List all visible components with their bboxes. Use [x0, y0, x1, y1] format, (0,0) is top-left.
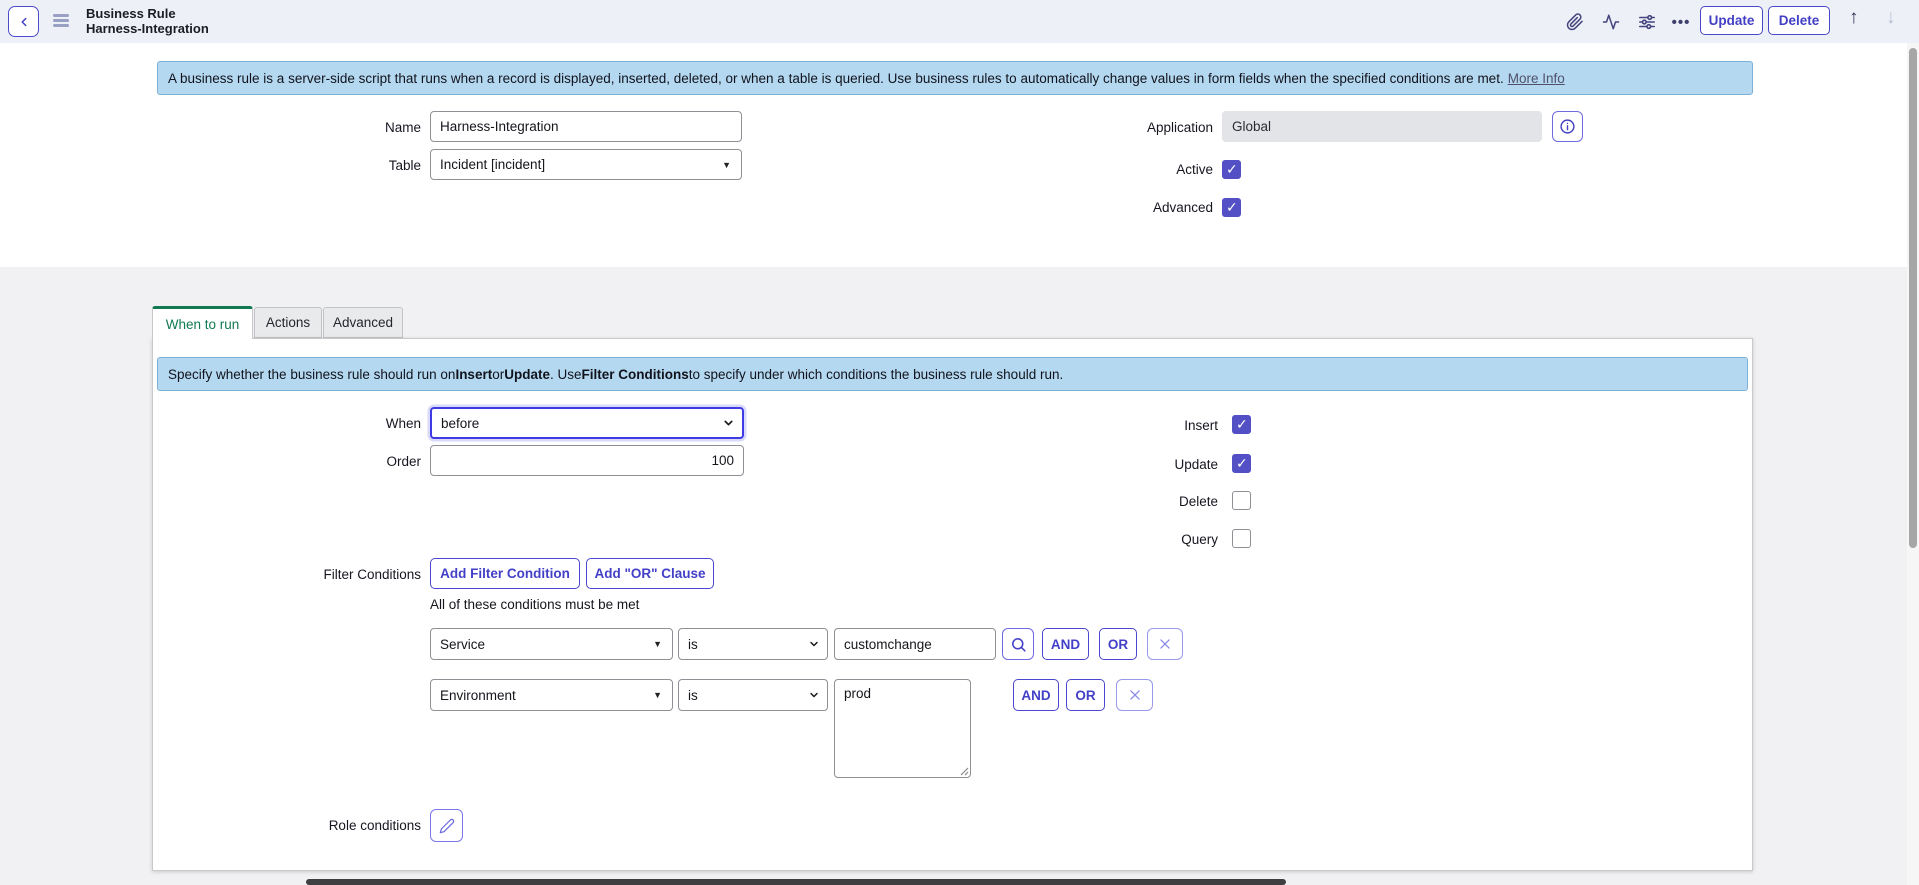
arrow-up-icon: ↑: [1849, 7, 1859, 28]
condition-2-operator-value: is: [688, 688, 698, 703]
close-icon: [1158, 637, 1172, 651]
condition-2-field-value: Environment: [440, 688, 516, 703]
when-to-run-info-banner: Specify whether the business rule should…: [157, 357, 1748, 391]
table-label: Table: [240, 157, 421, 174]
tab-actions[interactable]: Actions: [254, 307, 322, 338]
caret-down-icon: ▼: [722, 160, 731, 170]
tab-advanced[interactable]: Advanced: [323, 307, 403, 338]
context-menu-icon[interactable]: [53, 14, 69, 28]
personalize-form-button[interactable]: [1634, 9, 1660, 35]
banner-text-part: or: [492, 367, 504, 382]
record-title: Business Rule Harness-Integration: [86, 6, 209, 36]
role-conditions-label: Role conditions: [240, 817, 421, 834]
pencil-icon: [439, 818, 455, 834]
banner-bold-filter-conditions: Filter Conditions: [582, 367, 689, 382]
when-select[interactable]: before: [430, 407, 744, 439]
condition-1-field-value: Service: [440, 637, 485, 652]
banner-text-part: Specify whether the business rule should…: [168, 367, 455, 382]
page-title: Business Rule: [86, 6, 209, 21]
activity-stream-button[interactable]: [1598, 9, 1624, 35]
attachments-button[interactable]: [1562, 9, 1588, 35]
record-name: Harness-Integration: [86, 21, 209, 36]
info-banner-text: A business rule is a server-side script …: [168, 71, 1504, 86]
active-label: Active: [1050, 161, 1213, 178]
condition-1-remove-button[interactable]: [1147, 628, 1183, 660]
advanced-label: Advanced: [1050, 199, 1213, 216]
chevron-down-icon: [722, 417, 735, 430]
condition-2-remove-button[interactable]: [1116, 679, 1153, 711]
business-rule-info-banner: A business rule is a server-side script …: [157, 61, 1753, 95]
condition-2-and-button[interactable]: AND: [1013, 679, 1059, 711]
active-checkbox[interactable]: [1222, 160, 1241, 179]
condition-1-lookup-button[interactable]: [1002, 628, 1034, 660]
chevron-down-icon: [808, 689, 820, 701]
horizontal-scrollbar-thumb[interactable]: [306, 879, 1286, 885]
search-icon: [1010, 636, 1027, 653]
condition-1-or-button[interactable]: OR: [1099, 628, 1137, 660]
chevron-down-icon: [808, 638, 820, 650]
advanced-checkbox[interactable]: [1222, 198, 1241, 217]
delete-checkbox[interactable]: [1232, 491, 1251, 510]
caret-down-icon: ▼: [653, 690, 662, 700]
banner-text-part: to specify under which conditions the bu…: [689, 367, 1063, 382]
condition-match-text: All of these conditions must be met: [430, 597, 639, 612]
ellipsis-icon: •••: [1672, 14, 1691, 31]
condition-1-operator-value: is: [688, 637, 698, 652]
previous-record-button[interactable]: ↑: [1849, 7, 1859, 29]
add-or-clause-button[interactable]: Add "OR" Clause: [586, 558, 714, 589]
insert-checkbox[interactable]: [1232, 415, 1251, 434]
banner-text-part: . Use: [550, 367, 582, 382]
delete-button[interactable]: Delete: [1768, 6, 1830, 35]
condition-1-field-select[interactable]: Service ▼: [430, 628, 673, 660]
next-record-button[interactable]: ↓: [1886, 7, 1896, 29]
filter-conditions-label: Filter Conditions: [240, 566, 421, 583]
condition-2-operator-select[interactable]: is: [678, 679, 828, 711]
form-header-bar: Business Rule Harness-Integration ••• Up…: [0, 0, 1919, 43]
name-input[interactable]: [430, 111, 742, 142]
when-label: When: [240, 415, 421, 432]
sliders-icon: [1638, 13, 1656, 31]
name-label: Name: [240, 119, 421, 136]
order-label: Order: [240, 453, 421, 470]
update-button[interactable]: Update: [1700, 6, 1763, 35]
caret-down-icon: ▼: [653, 639, 662, 649]
update-checkbox[interactable]: [1232, 454, 1251, 473]
condition-2-or-button[interactable]: OR: [1066, 679, 1105, 711]
insert-label: Insert: [1080, 417, 1218, 434]
add-filter-condition-button[interactable]: Add Filter Condition: [430, 558, 580, 589]
when-select-value: before: [441, 416, 479, 431]
activity-icon: [1602, 13, 1620, 31]
query-label: Query: [1080, 531, 1218, 548]
vertical-scrollbar[interactable]: [1907, 43, 1919, 885]
banner-bold-update: Update: [504, 367, 550, 382]
back-button[interactable]: [8, 6, 39, 37]
business-rule-form-page: Business Rule Harness-Integration ••• Up…: [0, 0, 1919, 885]
chevron-left-icon: [17, 15, 31, 29]
delete-label: Delete: [1080, 493, 1218, 510]
table-select[interactable]: Incident [incident] ▼: [430, 149, 742, 180]
tab-when-to-run[interactable]: When to run: [152, 306, 253, 339]
order-input[interactable]: [430, 445, 744, 476]
more-options-button[interactable]: •••: [1668, 9, 1694, 35]
close-icon: [1128, 688, 1142, 702]
table-select-value: Incident [incident]: [440, 157, 545, 172]
arrow-down-icon: ↓: [1886, 7, 1896, 28]
info-icon: [1559, 118, 1576, 135]
application-input: [1222, 111, 1542, 142]
edit-role-conditions-button[interactable]: [430, 809, 463, 842]
vertical-scrollbar-thumb[interactable]: [1909, 48, 1917, 548]
condition-2-value-textarea[interactable]: prod: [834, 679, 971, 778]
condition-2-field-select[interactable]: Environment ▼: [430, 679, 673, 711]
condition-1-and-button[interactable]: AND: [1042, 628, 1089, 660]
application-label: Application: [1050, 119, 1213, 136]
condition-1-value-input[interactable]: [834, 628, 996, 660]
paperclip-icon: [1566, 13, 1584, 31]
condition-1-operator-select[interactable]: is: [678, 628, 828, 660]
query-checkbox[interactable]: [1232, 529, 1251, 548]
application-info-button[interactable]: [1552, 111, 1583, 142]
more-info-link[interactable]: More Info: [1508, 71, 1565, 86]
update-label: Update: [1080, 456, 1218, 473]
banner-bold-insert: Insert: [455, 367, 492, 382]
